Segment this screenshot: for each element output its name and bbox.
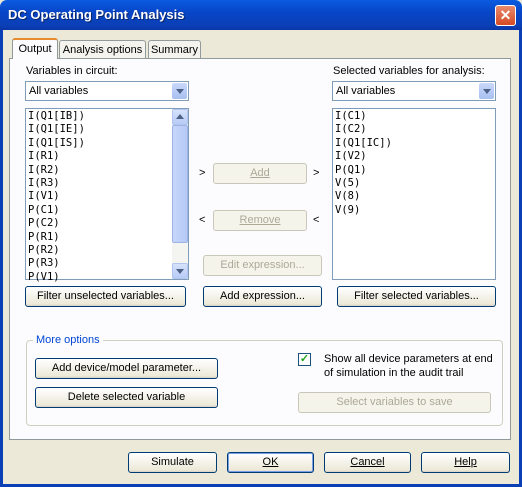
simulate-button[interactable]: Simulate <box>128 452 217 473</box>
unselected-variable-item[interactable]: I(Q1[IE]) <box>26 123 172 136</box>
chevron-down-icon <box>176 269 184 274</box>
show-params-line1: Show all device parameters at end <box>324 353 493 365</box>
show-params-checkbox[interactable]: ✓ <box>298 353 311 366</box>
window-title: DC Operating Point Analysis <box>8 7 185 22</box>
cancel-button-label: Cancel <box>350 456 385 468</box>
selected-variable-item[interactable]: P(Q1) <box>333 164 493 177</box>
help-button-label: Help <box>454 456 477 468</box>
add-expression-button[interactable]: Add expression... <box>203 286 322 307</box>
close-button[interactable]: ✕ <box>495 5 516 26</box>
selected-variable-item[interactable]: I(V2) <box>333 150 493 163</box>
selected-variable-item[interactable]: V(9) <box>333 204 493 217</box>
unselected-variable-item[interactable]: P(R3) <box>26 257 172 270</box>
close-icon: ✕ <box>499 7 512 23</box>
filter-unselected-button[interactable]: Filter unselected variables... <box>25 286 186 307</box>
selected-variables-label: Selected variables for analysis: <box>333 65 485 77</box>
right-filter-select[interactable]: All variables <box>332 81 496 101</box>
unselected-variable-item[interactable]: P(V1) <box>26 271 172 284</box>
remove-arrow-right: < <box>313 214 320 226</box>
unselected-variable-item[interactable]: P(C2) <box>26 217 172 230</box>
show-params-line2: of simulation in the audit trail <box>324 367 464 379</box>
remove-button[interactable]: Remove <box>213 210 307 231</box>
chevron-down-icon[interactable] <box>172 83 187 99</box>
unselected-variables-list[interactable]: I(Q1[IB]) I(Q1[IE]) I(Q1[IS]) I(R1) I(R2) I(R… <box>25 108 189 283</box>
left-filter-select[interactable]: All variables <box>25 81 189 101</box>
select-variables-to-save-button[interactable]: Select variables to save <box>298 392 491 413</box>
selected-variable-item[interactable]: I(C1) <box>333 110 493 123</box>
chevron-up-icon <box>176 114 184 119</box>
cancel-button[interactable]: Cancel <box>324 452 411 473</box>
checkmark-icon: ✓ <box>299 353 310 365</box>
unselected-variable-item[interactable]: I(Q1[IS]) <box>26 137 172 150</box>
unselected-variable-item[interactable]: I(V1) <box>26 190 172 203</box>
tab-summary[interactable]: Summary <box>148 40 201 58</box>
edit-expression-button[interactable]: Edit expression... <box>203 255 322 276</box>
delete-selected-variable-button[interactable]: Delete selected variable <box>35 387 218 408</box>
ok-button-label: OK <box>262 456 279 468</box>
scroll-down-button[interactable] <box>172 263 188 279</box>
left-list-scrollbar[interactable] <box>172 109 188 279</box>
variables-in-circuit-label: Variables in circuit: <box>26 65 118 77</box>
show-params-label: Show all device parameters at end of sim… <box>324 352 493 380</box>
scroll-thumb[interactable] <box>172 125 188 243</box>
unselected-variable-item[interactable]: I(R3) <box>26 177 172 190</box>
add-button-label: Add <box>250 167 270 179</box>
selected-variable-item[interactable]: V(5) <box>333 177 493 190</box>
unselected-variable-item[interactable]: I(Q1[IB]) <box>26 110 172 123</box>
ok-button[interactable]: OK <box>227 452 314 473</box>
help-button[interactable]: Help <box>421 452 510 473</box>
add-button[interactable]: Add <box>213 163 307 184</box>
chevron-down-icon[interactable] <box>479 83 494 99</box>
add-arrow-right: > <box>313 167 320 179</box>
unselected-variable-item[interactable]: I(R1) <box>26 150 172 163</box>
remove-arrow-left: < <box>199 214 206 226</box>
selected-variables-list[interactable]: I(C1) I(C2) I(Q1[IC]) I(V2) P(Q1) V(5) V(8) V(9… <box>332 108 496 280</box>
right-filter-value: All variables <box>336 85 396 97</box>
add-arrow-left: > <box>199 167 206 179</box>
unselected-variable-item[interactable]: P(R2) <box>26 244 172 257</box>
tab-analysis-options[interactable]: Analysis options <box>59 40 146 58</box>
remove-button-label: Remove <box>239 214 281 226</box>
unselected-variable-item[interactable]: I(R2) <box>26 164 172 177</box>
selected-variable-item[interactable]: I(C2) <box>333 123 493 136</box>
filter-selected-button[interactable]: Filter selected variables... <box>337 286 496 307</box>
tab-output[interactable]: Output <box>12 38 58 59</box>
unselected-variable-item[interactable]: P(C1) <box>26 204 172 217</box>
more-options-legend: More options <box>33 334 103 346</box>
unselected-variable-item[interactable]: P(R1) <box>26 231 172 244</box>
left-filter-value: All variables <box>29 85 89 97</box>
add-device-parameter-button[interactable]: Add device/model parameter... <box>35 358 218 379</box>
selected-variable-item[interactable]: I(Q1[IC]) <box>333 137 493 150</box>
selected-variable-item[interactable]: V(8) <box>333 190 493 203</box>
scroll-up-button[interactable] <box>172 109 188 125</box>
